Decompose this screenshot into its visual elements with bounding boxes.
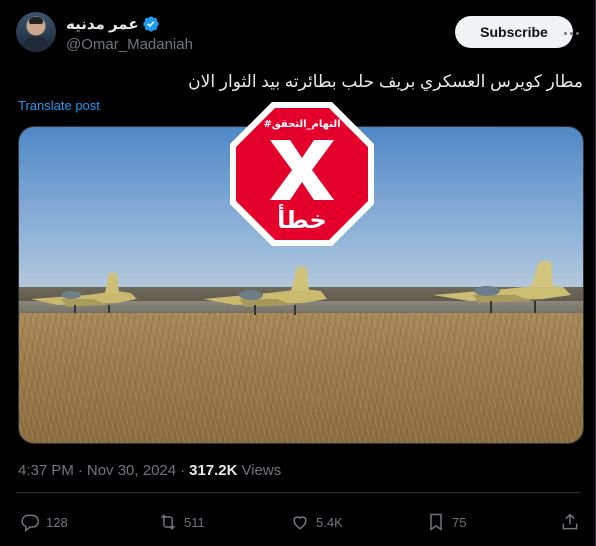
meta-separator: · bbox=[180, 462, 186, 479]
jet-aircraft-2 bbox=[203, 267, 327, 315]
image-grass bbox=[19, 313, 583, 443]
repost-button[interactable]: 511 bbox=[158, 508, 205, 536]
watermark-top-text: #التهام_التحقق bbox=[263, 119, 340, 130]
reply-count: 128 bbox=[46, 514, 68, 530]
bookmark-icon bbox=[430, 513, 442, 531]
post-meta: 4:37 PM · Nov 30, 2024 · 317.2K Views bbox=[18, 462, 281, 479]
author-handle[interactable]: @Omar_Madaniah bbox=[66, 36, 193, 53]
verified-badge-icon bbox=[142, 16, 159, 32]
heart-icon bbox=[293, 516, 307, 530]
author-display-name[interactable]: عمر مدنيه bbox=[66, 15, 139, 33]
like-button[interactable]: 5.4K bbox=[290, 508, 343, 536]
reply-icon bbox=[21, 514, 40, 532]
more-options-icon[interactable] bbox=[560, 22, 582, 44]
post-card: عمر مدنيه @Omar_Madaniah Subscribe مطار … bbox=[0, 0, 596, 546]
tweet-text: مطار كويرس العسكري بريف حلب بطائرته بيد … bbox=[188, 72, 583, 91]
reply-button[interactable]: 128 bbox=[20, 508, 68, 536]
author-name-row[interactable]: عمر مدنيه bbox=[66, 15, 160, 33]
post-time[interactable]: 4:37 PM bbox=[18, 462, 74, 479]
bookmark-count: 75 bbox=[452, 514, 467, 530]
false-claim-watermark-icon: #التهام_التحقق خطأ bbox=[230, 102, 374, 246]
share-icon bbox=[562, 513, 578, 530]
views-count: 317.2K bbox=[189, 462, 238, 479]
post-date[interactable]: Nov 30, 2024 bbox=[87, 462, 176, 479]
action-bar: 128 511 5.4K 75 bbox=[20, 508, 586, 536]
post-header: عمر مدنيه @Omar_Madaniah Subscribe bbox=[16, 12, 586, 60]
repost-icon bbox=[160, 514, 176, 530]
repost-count: 511 bbox=[184, 514, 205, 530]
jet-aircraft-1 bbox=[31, 273, 137, 313]
watermark-main-text: خطأ bbox=[277, 204, 327, 234]
share-button[interactable] bbox=[560, 508, 580, 536]
translate-post-link[interactable]: Translate post bbox=[18, 98, 100, 113]
views-label: Views bbox=[241, 462, 282, 479]
avatar[interactable] bbox=[16, 12, 56, 52]
divider bbox=[16, 492, 580, 493]
meta-separator: · bbox=[77, 462, 83, 479]
subscribe-button[interactable]: Subscribe bbox=[455, 16, 573, 48]
jet-aircraft-3 bbox=[433, 261, 571, 313]
like-count: 5.4K bbox=[316, 514, 343, 530]
bookmark-button[interactable]: 75 bbox=[426, 508, 466, 536]
